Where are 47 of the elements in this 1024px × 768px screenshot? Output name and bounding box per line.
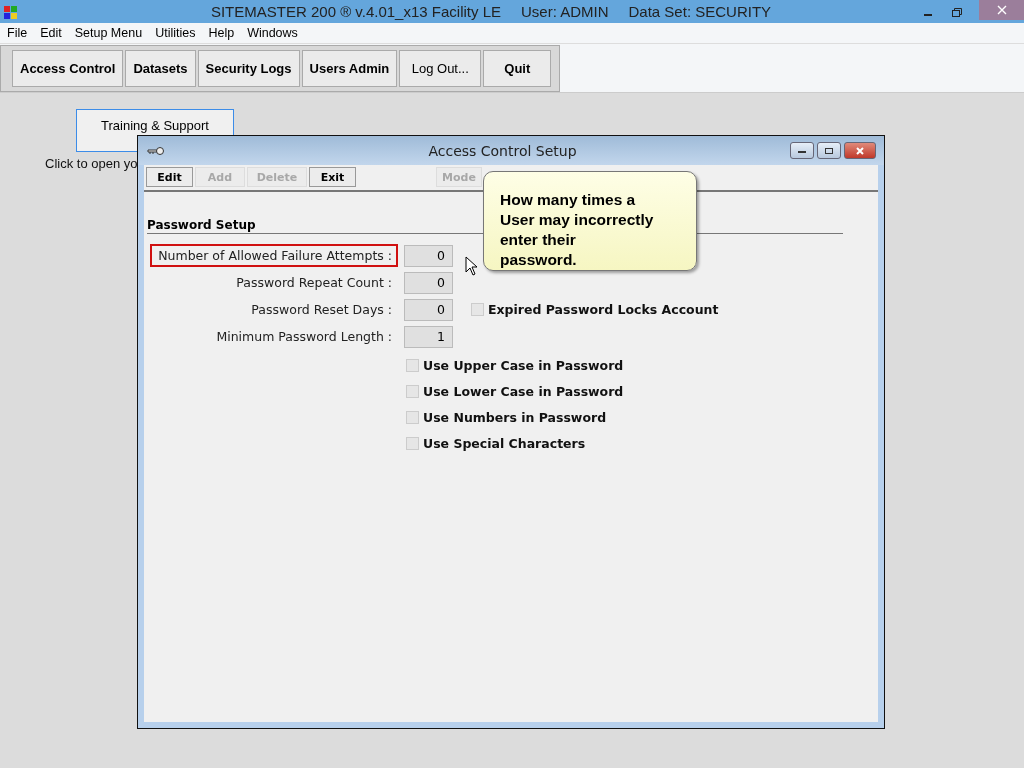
cursor-icon (465, 256, 479, 276)
menu-item[interactable]: Setup Menu (74, 26, 143, 40)
field-label: Minimum Password Length : (215, 328, 393, 346)
checkbox[interactable] (406, 359, 419, 372)
app-icon (3, 3, 19, 20)
checkbox-label: Use Upper Case in Password (423, 358, 624, 373)
dialog-button[interactable]: Edit (146, 167, 193, 187)
menu-item[interactable]: File (7, 26, 28, 40)
toolbar-button[interactable]: Log Out... (399, 50, 482, 87)
checkbox-label: Use Lower Case in Password (423, 384, 624, 399)
checkbox[interactable] (406, 437, 419, 450)
toolbar-button[interactable]: Datasets (125, 50, 196, 87)
app-title: SITEMASTER 200 ® v.4.01_x13 Facility LE (210, 3, 501, 20)
key-icon (147, 145, 165, 156)
menu-item[interactable]: Utilities (155, 26, 196, 40)
checkbox[interactable] (406, 411, 419, 424)
maximize-button[interactable] (817, 142, 841, 159)
menu-item[interactable]: Edit (40, 26, 62, 40)
checkbox[interactable] (471, 303, 484, 316)
close-icon (996, 5, 1007, 15)
checkbox-label: Use Special Characters (423, 436, 586, 451)
restore-icon[interactable] (951, 5, 963, 18)
toolbar-button[interactable]: Access Control (12, 50, 124, 87)
toolbar-button[interactable]: Security Logs (197, 50, 300, 87)
field-label: Password Repeat Count : (235, 274, 393, 292)
toolbar-button[interactable]: Users Admin (301, 50, 398, 87)
dataset-label: Data Set: SECURITY (628, 3, 772, 20)
input-field[interactable]: 0 (404, 244, 453, 267)
close-icon (855, 146, 865, 155)
dialog-button[interactable]: Exit (309, 167, 356, 187)
user-label: User: ADMIN (521, 3, 609, 20)
field-label: Number of Allowed Failure Attempts : (150, 244, 398, 267)
close-button[interactable] (844, 142, 876, 159)
dialog-title: Access Control Setup (427, 142, 578, 159)
hint-text: Click to open yo (45, 156, 138, 171)
checkbox[interactable] (406, 385, 419, 398)
checkbox-label: Use Numbers in Password (423, 410, 607, 425)
input-field[interactable]: 1 (404, 325, 453, 348)
input-field[interactable]: 0 (404, 271, 453, 294)
input-field[interactable]: 0 (404, 298, 453, 321)
checkbox-label: Expired Password Locks Account (488, 302, 719, 317)
minimize-button[interactable] (790, 142, 814, 159)
field-label: Password Reset Days : (250, 301, 393, 319)
menu-item[interactable]: Help (208, 26, 235, 40)
maximize-icon (824, 146, 834, 155)
toolbar-button[interactable]: Quit (483, 50, 552, 87)
menu-item[interactable]: Windows (247, 26, 298, 40)
